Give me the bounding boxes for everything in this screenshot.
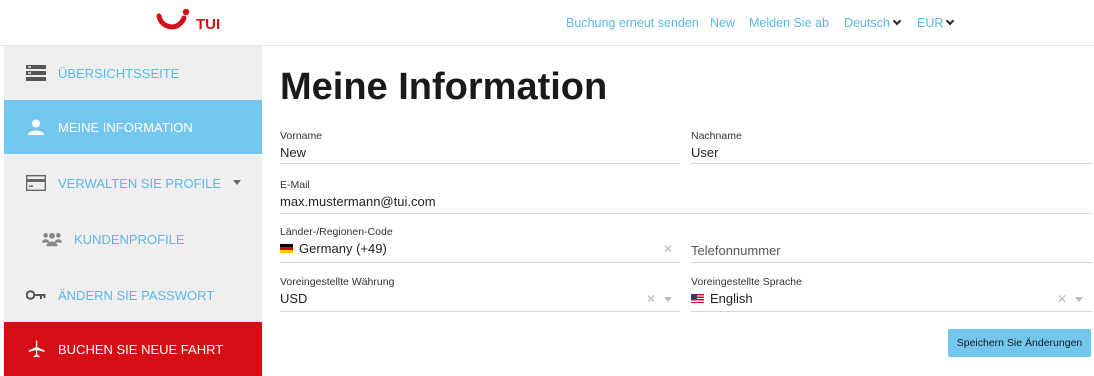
chevron-down-icon xyxy=(892,16,902,26)
sidebar-item-my-information[interactable]: MEINE INFORMATION xyxy=(4,100,262,154)
sidebar-item-label: ÜBERSICHTSSEITE xyxy=(58,65,180,81)
sidebar-item-label: MEINE INFORMATION xyxy=(58,119,193,135)
sidebar-item-label: KUNDENPROFILE xyxy=(74,231,185,247)
default-currency-value[interactable]: USD xyxy=(280,291,307,306)
first-name-label: Vorname xyxy=(280,130,323,142)
currency-dropdown-label: EUR xyxy=(917,16,944,30)
card-icon xyxy=(26,173,46,193)
sidebar-item-label: ÄNDERN SIE PASSWORT xyxy=(58,287,215,303)
sidebar-item-customer-profiles[interactable]: KUNDENPROFILE xyxy=(4,212,262,266)
default-language-text: English xyxy=(710,291,753,306)
default-currency-label: Voreingestellte Währung xyxy=(280,276,395,288)
last-name-label: Nachname xyxy=(691,130,742,142)
sidebar-item-manage-profiles[interactable]: VERWALTEN SIE PROFILE xyxy=(4,156,262,210)
last-name-field[interactable]: Nachname User xyxy=(691,130,1092,164)
phone-placeholder: Telefonnummer xyxy=(691,243,781,258)
header: TUI Buchung erneut senden New Melden Sie… xyxy=(0,0,1094,46)
default-language-label: Voreingestellte Sprache xyxy=(691,276,802,288)
default-language-select[interactable]: Voreingestellte Sprache English ✕ xyxy=(691,276,1092,312)
country-code-select[interactable]: Länder-/Regionen-Code Germany (+49) ✕ xyxy=(280,226,680,263)
sidebar-item-overview[interactable]: ÜBERSICHTSSEITE xyxy=(4,46,262,100)
chevron-down-icon[interactable] xyxy=(664,297,672,302)
country-code-label: Länder-/Regionen-Code xyxy=(280,226,393,238)
country-code-text: Germany (+49) xyxy=(299,241,387,256)
chevron-down-icon xyxy=(946,16,955,26)
phone-field[interactable]: Telefonnummer xyxy=(691,226,1092,263)
language-dropdown[interactable]: Deutsch xyxy=(844,16,902,30)
clear-icon[interactable]: ✕ xyxy=(1057,292,1067,306)
save-changes-button[interactable]: Speichern Sie Änderungen xyxy=(948,329,1091,357)
email-field[interactable]: E-Mail max.mustermann@tui.com xyxy=(280,179,1092,214)
first-name-field[interactable]: Vorname New xyxy=(280,130,680,164)
email-value[interactable]: max.mustermann@tui.com xyxy=(280,194,436,209)
last-name-value[interactable]: User xyxy=(691,145,718,160)
first-name-value[interactable]: New xyxy=(280,145,306,160)
currency-dropdown[interactable]: EUR xyxy=(917,16,955,30)
default-language-value[interactable]: English xyxy=(691,291,753,306)
group-icon xyxy=(42,229,62,249)
logout-link[interactable]: Melden Sie ab xyxy=(749,16,829,30)
sidebar-item-label: VERWALTEN SIE PROFILE xyxy=(58,175,222,191)
user-name-link[interactable]: New xyxy=(710,16,735,30)
dashboard-icon xyxy=(26,63,46,83)
top-navigation: Buchung erneut senden New Melden Sie ab … xyxy=(0,16,1094,32)
chevron-down-icon[interactable] xyxy=(1075,297,1083,302)
chevron-down-icon[interactable] xyxy=(233,180,241,185)
sidebar-item-change-password[interactable]: ÄNDERN SIE PASSWORT xyxy=(4,268,262,322)
language-dropdown-label: Deutsch xyxy=(844,16,890,30)
sidebar-item-label: BUCHEN SIE NEUE FAHRT xyxy=(58,341,224,357)
clear-icon[interactable]: ✕ xyxy=(663,242,673,256)
email-label: E-Mail xyxy=(280,179,310,191)
sidebar: ÜBERSICHTSSEITE MEINE INFORMATION VERWAL… xyxy=(4,46,262,376)
plane-icon xyxy=(26,339,46,359)
sidebar-item-book-new-trip[interactable]: BUCHEN SIE NEUE FAHRT xyxy=(4,322,262,376)
default-currency-select[interactable]: Voreingestellte Währung USD ✕ xyxy=(280,276,680,312)
country-code-value[interactable]: Germany (+49) xyxy=(280,241,387,256)
resend-booking-link[interactable]: Buchung erneut senden xyxy=(566,16,699,30)
user-icon xyxy=(26,117,46,137)
key-icon xyxy=(26,285,46,305)
germany-flag-icon xyxy=(280,244,293,253)
us-flag-icon xyxy=(691,294,704,303)
clear-icon[interactable]: ✕ xyxy=(646,292,656,306)
page-title: Meine Information xyxy=(280,66,608,108)
